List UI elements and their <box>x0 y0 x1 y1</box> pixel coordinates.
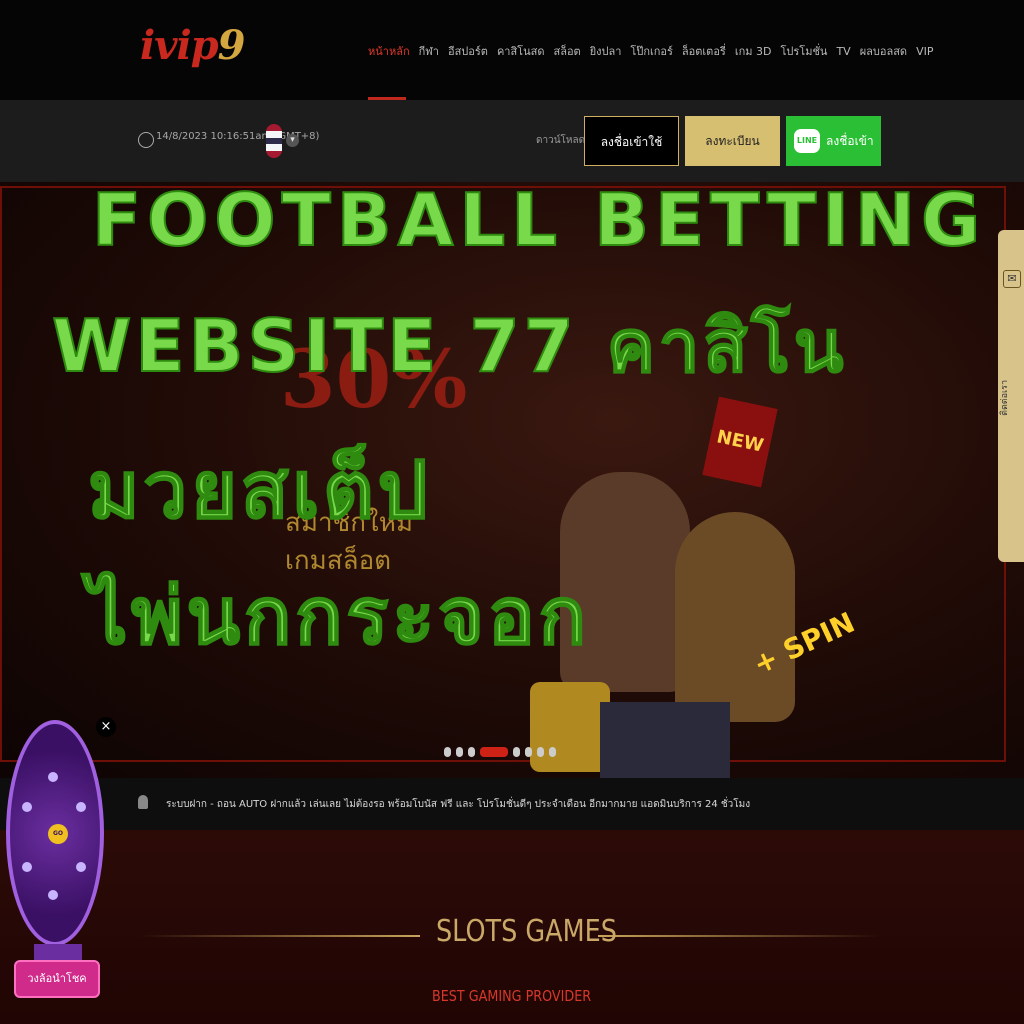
news-text: ระบบฝาก - ถอน AUTO ฝากแล้ว เล่นเลย ไม่ต้… <box>166 799 751 810</box>
explorer-character-image <box>675 512 795 722</box>
nav-item[interactable]: TV <box>836 40 850 64</box>
brand-logo[interactable]: ivip9 <box>140 22 245 69</box>
slot-machines-image <box>600 702 730 778</box>
contact-side-tab[interactable]: ✉ ติดต่อเรา <box>998 230 1024 562</box>
register-button[interactable]: ลงทะเบียน <box>685 116 780 166</box>
nav-item[interactable]: คาสิโนสด <box>497 40 545 64</box>
wheel-segment-icon <box>76 802 86 812</box>
nav-item[interactable]: หน้าหลัก <box>368 40 410 64</box>
wheel-segment-icon <box>48 890 58 900</box>
overlay-title-line1: FOOTBALL BETTING <box>91 177 987 263</box>
wheel-segment-icon <box>22 862 32 872</box>
top-nav: ivip9 หน้าหลัก กีฬา อีสปอร์ต คาสิโนสด สล็อต ย… <box>0 0 1024 100</box>
lucky-wheel-widget[interactable]: GO วงล้อนำโชค × <box>4 712 116 1002</box>
wheel-segment-icon <box>76 862 86 872</box>
main-menu: หน้าหลัก กีฬา อีสปอร์ต คาสิโนสด สล็อต ยิงปลา โ… <box>368 40 933 64</box>
download-link[interactable]: ดาวน์โหลด <box>536 133 585 148</box>
nav-item[interactable]: ผลบอลสด <box>860 40 907 64</box>
nav-item[interactable]: ยิงปลา <box>590 40 622 64</box>
chevron-down-icon[interactable]: ▾ <box>286 134 299 147</box>
overlay-title-line2: WEBSITE 77 คาสิโน <box>51 303 848 389</box>
clock-icon <box>138 132 154 148</box>
carousel-dot[interactable] <box>444 747 451 757</box>
wheel-center-button[interactable]: GO <box>48 824 68 844</box>
title-divider-left <box>140 935 420 937</box>
mail-icon: ✉ <box>1003 270 1021 288</box>
gold-coins-image <box>530 682 610 772</box>
thai-flag-icon[interactable] <box>266 124 282 158</box>
carousel-dot[interactable] <box>549 747 556 757</box>
nav-item[interactable]: กีฬา <box>419 40 439 64</box>
nav-item[interactable]: VIP <box>916 40 933 64</box>
carousel-dot[interactable] <box>480 747 508 757</box>
carousel-dot[interactable] <box>468 747 475 757</box>
nav-item[interactable]: โปรโมชั่น <box>780 40 827 64</box>
overlay-title-line3: มวยสเต็ป <box>87 445 432 537</box>
nav-item[interactable]: โป๊กเกอร์ <box>630 40 673 64</box>
login-button[interactable]: ลงชื่อเข้าใช้ <box>584 116 679 166</box>
line-icon: LINE <box>794 129 820 153</box>
line-login-button[interactable]: LINE ลงชื่อเข้าใช้ <box>786 116 881 198</box>
bell-icon <box>138 795 148 809</box>
title-divider-right <box>598 935 880 937</box>
carousel-dot[interactable] <box>537 747 544 757</box>
carousel-dot[interactable] <box>513 747 520 757</box>
lucky-wheel-label[interactable]: วงล้อนำโชค <box>14 960 100 998</box>
carousel-dot[interactable] <box>456 747 463 757</box>
overlay-title-line4: ไพ่นกกระจอก <box>87 571 590 663</box>
wheel-segment-icon <box>22 802 32 812</box>
section-title: SLOTS GAMES <box>436 914 617 949</box>
nav-item[interactable]: อีสปอร์ต <box>448 40 488 64</box>
section-subtitle: BEST GAMING PROVIDER <box>432 987 592 1005</box>
carousel-dots <box>444 747 556 757</box>
nav-item[interactable]: สล็อต <box>553 40 580 64</box>
nav-item[interactable]: ล็อตเตอรี่ <box>682 40 726 64</box>
contact-label: ติดต่อเรา <box>1000 380 1010 416</box>
wheel-segment-icon <box>48 772 58 782</box>
nav-item[interactable]: เกม 3D <box>735 40 772 64</box>
close-icon[interactable]: × <box>96 717 116 737</box>
carousel-dot[interactable] <box>525 747 532 757</box>
